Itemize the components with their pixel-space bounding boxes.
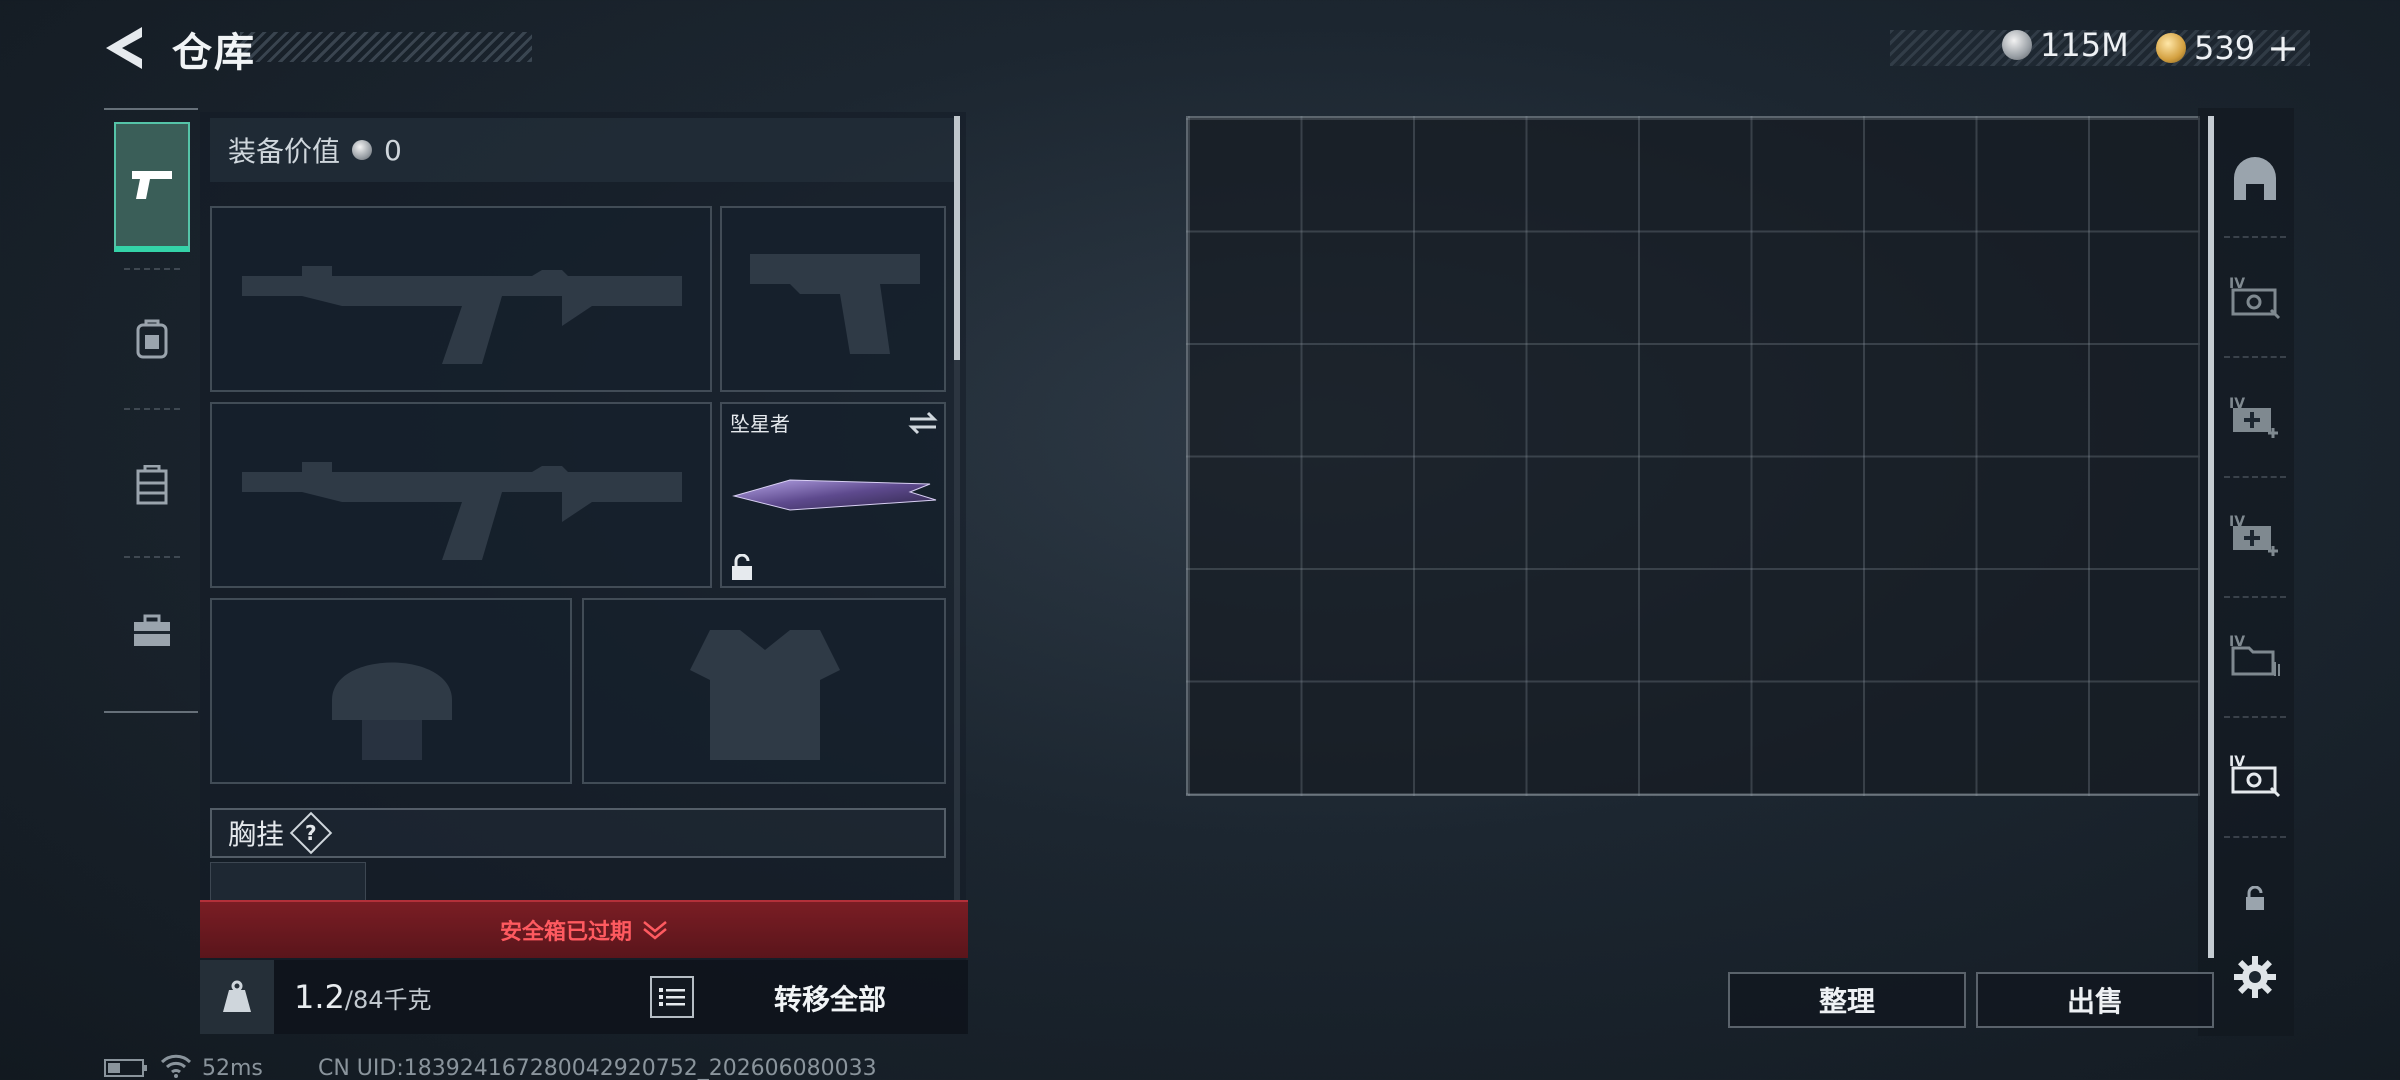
storage-scrollbar[interactable] xyxy=(2208,116,2214,958)
weight-readout: 1.2/84千克 xyxy=(294,978,432,1016)
melee-name: 坠星者 xyxy=(730,412,790,436)
nav-weapons[interactable] xyxy=(114,122,190,252)
equipment-value-row: 装备价值 0 xyxy=(210,118,954,182)
equipment-scroll-thumb[interactable] xyxy=(954,116,960,360)
melee-slot[interactable]: 坠星者 xyxy=(720,402,946,588)
tier-iv-medkit-icon: IV xyxy=(2229,396,2278,438)
silver-coin-icon xyxy=(352,140,373,160)
tier-iv-case-icon: IV xyxy=(2229,754,2281,798)
page-title: 仓库 xyxy=(172,30,256,76)
helmet-arch-icon xyxy=(2234,157,2276,200)
add-currency-button[interactable]: + xyxy=(2267,26,2299,70)
back-button[interactable] xyxy=(100,22,148,74)
sort-button[interactable]: 整理 xyxy=(1728,972,1966,1028)
knife-icon xyxy=(732,479,937,511)
armor-slot[interactable] xyxy=(582,598,946,784)
toolbox-icon xyxy=(134,614,170,646)
settings-button[interactable] xyxy=(2220,942,2290,1012)
silver-coin-icon xyxy=(2002,30,2032,60)
helmet-slot[interactable] xyxy=(210,598,572,784)
tab-case-2[interactable]: IV xyxy=(2220,740,2290,810)
silver-currency: 115M xyxy=(2002,26,2129,64)
wifi-icon xyxy=(160,1052,192,1080)
lock-icon xyxy=(732,554,752,580)
armor-silhouette-icon xyxy=(690,630,840,760)
helmet-silhouette-icon xyxy=(332,662,452,760)
tab-case-1[interactable]: IV xyxy=(2220,262,2290,332)
chest-rig-label: 胸挂 xyxy=(228,818,285,851)
chest-rig-row[interactable]: 胸挂 ? xyxy=(210,808,946,858)
sell-button[interactable]: 出售 xyxy=(1976,972,2214,1028)
primary-weapon-slot[interactable] xyxy=(210,206,712,392)
equipment-value-label: 装备价值 xyxy=(228,135,341,168)
battery-icon xyxy=(104,1058,148,1080)
transfer-all-button[interactable]: 转移全部 xyxy=(730,970,930,1026)
pistol-slot[interactable] xyxy=(720,206,946,392)
storage-grid[interactable] xyxy=(1186,116,2200,796)
tab-medkit-1[interactable]: IV xyxy=(2220,382,2290,452)
silver-amount: 115M xyxy=(2040,26,2129,64)
nav-backpack[interactable] xyxy=(114,274,190,404)
equipment-value-amount: 0 xyxy=(384,133,402,167)
gold-currency: 539 + xyxy=(2156,26,2299,70)
tab-folder[interactable]: IV xyxy=(2220,620,2290,690)
help-icon[interactable]: ? xyxy=(289,811,333,855)
rifle-silhouette-icon xyxy=(242,266,682,364)
list-icon xyxy=(659,988,685,1006)
rifle-silhouette-icon xyxy=(242,462,682,560)
lock-icon xyxy=(2246,886,2264,910)
nav-toolbox[interactable] xyxy=(114,566,190,696)
safe-box-status: 安全箱已过期 xyxy=(499,920,632,945)
ping-text: 52ms xyxy=(202,1056,263,1080)
tier-iv-folder-icon: IV xyxy=(2229,634,2280,676)
weight-max: /84千克 xyxy=(344,986,432,1014)
title-stripe xyxy=(240,32,532,62)
backpack-icon xyxy=(136,319,168,359)
back-arrow-icon xyxy=(106,27,142,69)
category-nav xyxy=(104,108,198,713)
chevron-down-icon xyxy=(643,921,667,940)
pistol-silhouette-icon xyxy=(750,254,920,354)
tier-iv-medkit-icon: IV xyxy=(2229,514,2278,556)
gold-coin-icon xyxy=(2156,33,2186,63)
lock-toggle[interactable] xyxy=(2220,864,2290,934)
weight-current: 1.2 xyxy=(294,978,345,1016)
tab-all-storage[interactable] xyxy=(2220,144,2290,214)
secondary-weapon-slot[interactable] xyxy=(210,402,712,588)
tier-iv-case-icon: IV xyxy=(2229,276,2281,320)
weight-icon xyxy=(200,960,274,1034)
pistol-icon xyxy=(132,171,172,199)
gear-icon xyxy=(2234,956,2276,998)
chest-rig-slot[interactable] xyxy=(210,862,366,902)
list-view-button[interactable] xyxy=(650,976,694,1018)
vest-icon xyxy=(136,465,168,505)
swap-icon[interactable] xyxy=(908,410,938,436)
tab-medkit-2[interactable]: IV xyxy=(2220,500,2290,570)
nav-vest[interactable] xyxy=(114,420,190,550)
safe-box-expired-banner[interactable]: 安全箱已过期 xyxy=(200,900,968,958)
uid-text: CN UID:18392416728004292075​2_2026060800… xyxy=(318,1056,877,1080)
gold-amount: 539 xyxy=(2194,29,2256,67)
